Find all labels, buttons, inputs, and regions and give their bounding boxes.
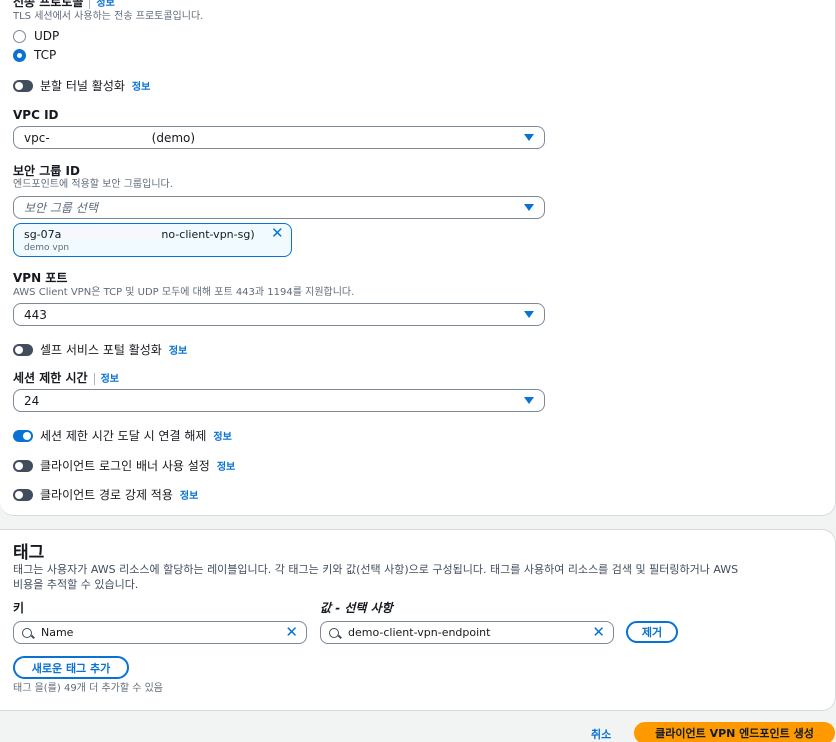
vpc-id-prefix: vpc- <box>24 130 50 145</box>
chevron-down-icon <box>524 204 534 211</box>
radio-tcp-circle[interactable] <box>13 48 26 62</box>
tags-description-line1: 태그는 사용자가 AWS 리소스에 할당하는 레이블입니다. 각 태그는 키와 … <box>13 563 739 576</box>
login-banner-toggle[interactable] <box>13 459 33 472</box>
search-icon <box>329 627 339 638</box>
login-banner-info-link[interactable]: 정보 <box>217 458 235 473</box>
tag-value-label: 값 - 선택 사항 <box>320 601 393 615</box>
tag-value-input[interactable]: demo-client-vpn-endpoint ✕ <box>320 621 614 644</box>
vpn-port-label: VPN 포트 <box>13 271 68 285</box>
radio-tcp[interactable]: TCP <box>13 48 56 62</box>
security-group-token-name: demo vpn <box>24 243 70 253</box>
vpc-id-suffix: (demo) <box>151 130 196 145</box>
disconnect-row: 세션 제한 시간 도달 시 연결 해제 정보 <box>13 427 232 444</box>
disconnect-info-link[interactable]: 정보 <box>213 428 231 443</box>
tag-value-value: demo-client-vpn-endpoint <box>348 626 491 639</box>
route-enforcement-info-link[interactable]: 정보 <box>180 487 198 502</box>
route-enforcement-row: 클라이언트 경로 강제 적용 정보 <box>13 486 198 503</box>
self-service-info-link[interactable]: 정보 <box>169 342 187 357</box>
protocol-description: TLS 세션에서 사용하는 전송 프로토콜입니다. <box>13 11 204 22</box>
security-group-token: sg-07a no-client-vpn-sg) demo vpn <box>13 223 292 257</box>
vpc-select[interactable]: vpc- (demo) <box>13 126 545 149</box>
session-timeout-value: 24 <box>24 393 40 408</box>
vpn-port-description: AWS Client VPN은 TCP 및 UDP 모두에 대해 포트 443과… <box>13 287 355 298</box>
login-banner-row: 클라이언트 로그인 배너 사용 설정 정보 <box>13 457 235 474</box>
vpn-port-value: 443 <box>24 307 47 322</box>
clear-icon[interactable]: ✕ <box>285 625 298 640</box>
search-icon <box>22 627 32 638</box>
tags-title: 태그 <box>13 543 45 563</box>
self-service-toggle[interactable] <box>13 343 33 356</box>
session-timeout-label: 세션 제한 시간 <box>13 371 88 385</box>
security-group-token-id: sg-07a no-client-vpn-sg) <box>24 228 281 241</box>
vpc-label: VPC ID <box>13 108 59 122</box>
chevron-down-icon <box>524 311 534 318</box>
remove-tag-button[interactable]: 제거 <box>626 621 678 643</box>
tags-description-line2: 비용을 추적할 수 있습니다. <box>13 578 139 591</box>
protocol-label: 전송 프로토콜 <box>13 0 84 9</box>
split-tunnel-row: 분할 터널 활성화 정보 <box>13 77 150 94</box>
vpc-select-value: vpc- (demo) <box>24 131 524 145</box>
separator <box>93 372 95 385</box>
close-icon[interactable]: ✕ <box>271 226 284 241</box>
protocol-label-row: 전송 프로토콜 정보 <box>13 0 115 11</box>
route-enforcement-label: 클라이언트 경로 강제 적용 <box>40 488 173 502</box>
tag-key-label: 키 <box>13 601 25 615</box>
redacted-text <box>61 229 162 241</box>
split-tunnel-label: 분할 터널 활성화 <box>40 79 125 93</box>
security-group-placeholder: 보안 그룹 선택 <box>24 201 98 215</box>
split-tunnel-toggle[interactable] <box>13 79 33 92</box>
route-enforcement-toggle[interactable] <box>13 488 33 501</box>
token-id-prefix: sg-07a <box>24 228 62 241</box>
radio-udp[interactable]: UDP <box>13 29 59 43</box>
disconnect-label: 세션 제한 시간 도달 시 연결 해제 <box>40 429 207 443</box>
vpn-port-select[interactable]: 443 <box>13 303 545 326</box>
security-group-description: 엔드포인트에 적용할 보안 그룹입니다. <box>13 179 173 190</box>
chevron-down-icon <box>524 397 534 404</box>
create-endpoint-button[interactable]: 클라이언트 VPN 엔드포인트 생성 <box>634 722 835 742</box>
protocol-info-link[interactable]: 정보 <box>96 0 114 9</box>
self-service-row: 셀프 서비스 포털 활성화 정보 <box>13 341 187 358</box>
tag-key-input[interactable]: Name ✕ <box>13 621 307 644</box>
disconnect-toggle[interactable] <box>13 429 33 442</box>
split-tunnel-info-link[interactable]: 정보 <box>132 78 150 93</box>
login-banner-label: 클라이언트 로그인 배너 사용 설정 <box>40 459 210 473</box>
cancel-button[interactable]: 취소 <box>591 726 611 742</box>
radio-tcp-label: TCP <box>34 48 57 62</box>
session-timeout-label-row: 세션 제한 시간 정보 <box>13 371 119 387</box>
tags-description: 태그는 사용자가 AWS 리소스에 할당하는 레이블입니다. 각 태그는 키와 … <box>13 562 828 592</box>
tag-key-value: Name <box>41 626 74 639</box>
radio-udp-circle[interactable] <box>13 29 26 43</box>
security-group-label: 보안 그룹 ID <box>13 164 80 178</box>
clear-icon[interactable]: ✕ <box>592 625 605 640</box>
separator <box>89 0 91 9</box>
token-id-suffix: no-client-vpn-sg) <box>161 228 255 241</box>
session-timeout-info-link[interactable]: 정보 <box>101 374 119 385</box>
session-timeout-select[interactable]: 24 <box>13 389 545 412</box>
security-group-select[interactable]: 보안 그룹 선택 <box>13 196 545 219</box>
radio-udp-label: UDP <box>34 29 60 43</box>
self-service-label: 셀프 서비스 포털 활성화 <box>40 343 162 357</box>
tags-limit-text: 태그 을(를) 49개 더 추가할 수 있음 <box>13 683 163 694</box>
add-tag-button[interactable]: 새로운 태그 추가 <box>13 656 129 679</box>
chevron-down-icon <box>524 134 534 141</box>
